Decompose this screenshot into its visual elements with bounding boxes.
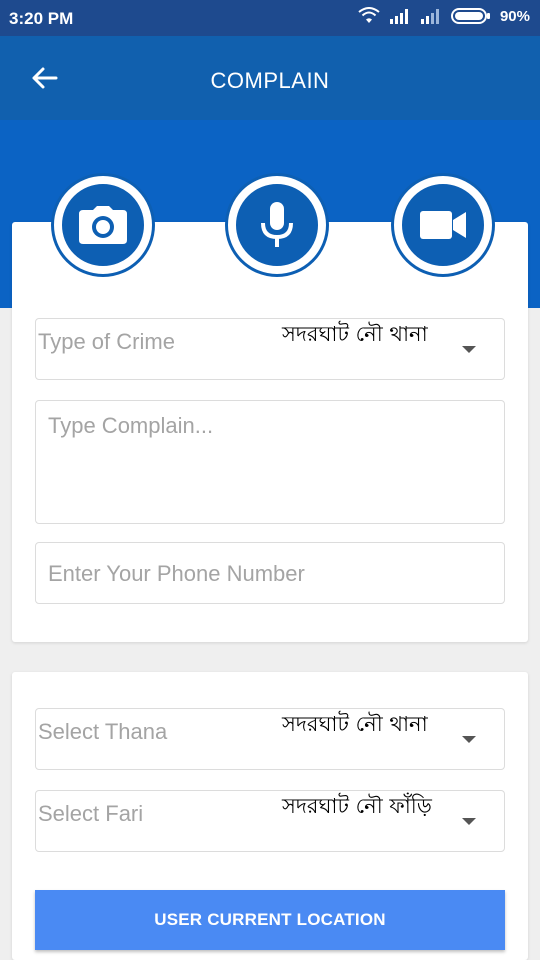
microphone-icon: [261, 202, 293, 247]
microphone-button[interactable]: [228, 176, 326, 274]
signal-icon-2: [420, 9, 439, 24]
thana-value: সদরঘাট নৌ থানা: [282, 712, 428, 736]
user-current-location-button[interactable]: USER CURRENT LOCATION: [35, 890, 505, 950]
dropdown-arrow-icon: [462, 818, 476, 825]
fari-value: সদরঘাট নৌ ফাঁড়ি: [282, 794, 432, 818]
battery-icon: [450, 8, 490, 24]
status-bar: 3:20 PM 90%: [0, 0, 540, 36]
fari-select[interactable]: Select Fari সদরঘাট নৌ ফাঁড়ি: [35, 790, 505, 852]
fari-label: Select Fari: [38, 801, 144, 826]
crime-type-value: সদরঘাট নৌ থানা: [282, 322, 428, 346]
thana-select[interactable]: Select Thana সদরঘাট নৌ থানা: [35, 708, 505, 770]
wifi-icon: [358, 7, 380, 23]
camera-button[interactable]: [54, 176, 152, 274]
dropdown-arrow-icon: [462, 346, 476, 353]
page-title: COMPLAIN: [210, 68, 330, 93]
battery-percent: 90%: [499, 7, 530, 25]
complain-textarea[interactable]: Type Complain...: [35, 400, 505, 524]
crime-type-select[interactable]: Type of Crime সদরঘাট নৌ থানা: [35, 318, 505, 380]
camera-icon: [79, 206, 127, 244]
status-icons: 90%: [358, 7, 530, 25]
signal-icon: [389, 9, 408, 24]
dropdown-arrow-icon: [462, 736, 476, 743]
video-button[interactable]: [394, 176, 492, 274]
thana-label: Select Thana: [38, 719, 168, 744]
crime-type-label: Type of Crime: [38, 329, 175, 354]
video-icon: [420, 211, 466, 239]
status-time: 3:20 PM: [9, 9, 74, 28]
phone-input[interactable]: Enter Your Phone Number: [35, 542, 505, 604]
